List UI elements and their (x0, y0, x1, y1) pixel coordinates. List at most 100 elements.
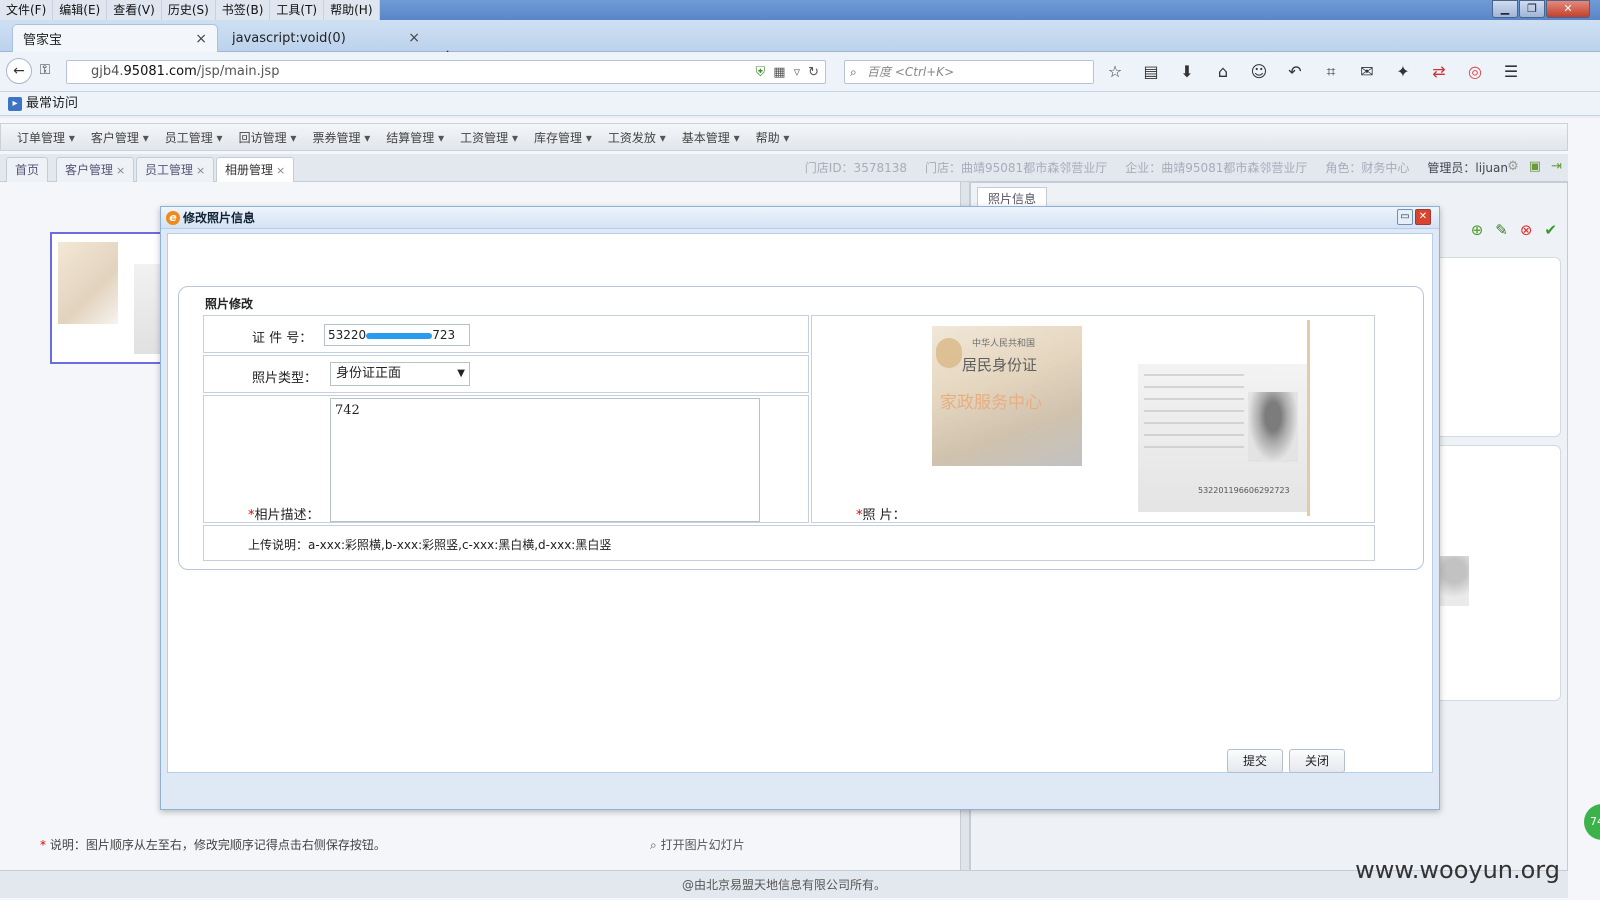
toolbar-icons: ☆ ▤ ⬇ ⌂ ☺ ↶ ⌗ ✉ ✦ ⇄ ◎ ☰ (1104, 62, 1522, 82)
app-menu-settlement[interactable]: 结算管理 (386, 129, 444, 146)
sync-icon[interactable]: ⇄ (1428, 62, 1450, 82)
national-emblem-icon (936, 338, 962, 368)
card-number-text: 532201196606292723 (1198, 486, 1290, 495)
tab-home[interactable]: 首页 (6, 157, 49, 182)
home-icon[interactable]: ⌂ (1212, 62, 1234, 82)
tab-employees[interactable]: 员工管理 × (136, 157, 215, 182)
crop-icon[interactable]: ⌗ (1320, 62, 1342, 82)
copyright-text: @由北京易盟天地信息有限公司所有。 (681, 878, 886, 892)
weibo-icon[interactable]: ◎ (1464, 62, 1486, 82)
bookmark-star-icon[interactable]: ☆ (1104, 62, 1126, 82)
tab-close-icon[interactable]: × (196, 164, 205, 177)
bookmarks-bar: ▸ 最常访问 (0, 92, 1600, 116)
app-menu-customers[interactable]: 客户管理 (91, 129, 149, 146)
exit-icon[interactable]: ⇥ (1551, 159, 1562, 174)
id-card-photo[interactable]: 中华人民共和国 居民身份证 家政服务中心 532201196606292723 (932, 320, 1316, 516)
card-watermark-text: 家政服务中心 (940, 393, 1042, 413)
tab-customers[interactable]: 客户管理 × (56, 157, 135, 182)
app-menu-help[interactable]: 帮助 (756, 129, 790, 146)
reading-list-icon[interactable]: ▤ (1140, 62, 1162, 82)
photo-type-label: 照片类型： (252, 371, 318, 386)
redaction-mask (366, 332, 433, 339)
session-info: 门店ID：3578138 门店：曲靖95081都市森邻营业厅 企业：曲靖9508… (805, 159, 1508, 176)
dialog-close-icon[interactable]: ✕ (1415, 209, 1431, 225)
back-icon[interactable]: ← (6, 58, 32, 84)
add-icon[interactable]: ⊕ (1471, 221, 1484, 239)
key-icon[interactable]: ⚿ (34, 60, 56, 82)
menu-file[interactable]: 文件(F) (0, 0, 54, 20)
extension-icon[interactable]: ✦ (1392, 62, 1414, 82)
url-bar[interactable]: gjb4.95081.com/jsp/main.jsp ⛨ ▦ ▿ ↻ (66, 60, 826, 84)
minimize-icon[interactable]: ▁ (1492, 0, 1518, 18)
app-menu-basic[interactable]: 基本管理 (682, 129, 740, 146)
menu-bookmarks[interactable]: 书签(B) (215, 0, 271, 20)
id-number-start: 53220 (328, 328, 367, 342)
tab-album[interactable]: 相册管理 × (216, 157, 295, 182)
submit-button[interactable]: 提交 (1227, 749, 1283, 773)
photo-thumbnail[interactable] (50, 232, 162, 364)
upload-note-row: 上传说明：a-xxx:彩照横,b-xxx:彩照竖,c-xxx:黑白横,d-xxx… (203, 525, 1375, 561)
upload-note: 上传说明：a-xxx:彩照横,b-xxx:彩照竖,c-xxx:黑白横,d-xxx… (248, 538, 612, 552)
description-textarea[interactable]: 742 (330, 398, 760, 522)
id-number-row: 证 件 号： 53220 723 (203, 315, 809, 353)
restore-icon[interactable]: ❐ (1519, 0, 1545, 18)
window-close-icon[interactable]: ✕ (1546, 0, 1590, 18)
thumbnail-id-back (134, 264, 160, 354)
admin-label: 管理员： (1427, 161, 1476, 175)
photo-edit-fieldset: 照片修改 证 件 号： 53220 723 照片类型： 身份证正面 ▼ *相片描述：… (178, 286, 1424, 570)
menu-tools[interactable]: 工具(T) (270, 0, 325, 20)
undo-icon[interactable]: ↶ (1284, 62, 1306, 82)
photo-row: *照 片： 中华人民共和国 居民身份证 家政服务中心 5322011966062… (811, 315, 1375, 523)
qr-code-icon[interactable]: ▦ (773, 62, 785, 84)
browser-tab-active[interactable]: 管家宝 × (12, 24, 218, 52)
navigation-bar: ← ⚿ gjb4.95081.com/jsp/main.jsp ⛨ ▦ ▿ ↻ … (0, 52, 1600, 92)
close-button[interactable]: 关闭 (1289, 749, 1345, 773)
app-menu-followups[interactable]: 回访管理 (239, 129, 297, 146)
app-menu-inventory[interactable]: 库存管理 (534, 129, 592, 146)
app-menu-tickets[interactable]: 票券管理 (312, 129, 370, 146)
photo-label: *照 片： (856, 504, 906, 523)
tab-close-icon[interactable]: × (195, 31, 207, 47)
delete-icon[interactable]: ⊗ (1520, 221, 1533, 239)
preview-face-image (1439, 556, 1469, 606)
tab-close-icon[interactable]: × (408, 30, 420, 46)
maximize-icon[interactable]: ▭ (1397, 209, 1413, 225)
tab-title: javascript:void(0) (232, 30, 346, 46)
store-id: 门店ID：3578138 (804, 161, 908, 175)
browser-tab-inactive[interactable]: javascript:void(0) × (222, 24, 430, 52)
notebook-icon[interactable]: ▣ (1529, 159, 1541, 174)
app-menu-payroll[interactable]: 工资管理 (460, 129, 518, 146)
menu-edit[interactable]: 编辑(E) (53, 0, 108, 20)
save-check-icon[interactable]: ✔ (1544, 221, 1557, 239)
tab-close-icon[interactable]: × (276, 164, 285, 177)
shield-icon[interactable]: ⛨ (756, 62, 766, 84)
tab-title: 管家宝 (23, 33, 63, 48)
company-name: 企业：曲靖95081都市森邻营业厅 (1125, 161, 1308, 175)
tab-close-icon[interactable]: × (116, 164, 125, 177)
search-icon: ⌕ (850, 65, 857, 79)
admin-info: 管理员：lijuan (1427, 159, 1508, 176)
session-icons: ⚙ ▣ ⇥ (1507, 159, 1562, 174)
dropdown-icon[interactable]: ▿ (794, 62, 801, 84)
photo-type-select[interactable]: 身份证正面 ▼ (330, 362, 470, 386)
app-menu-orders[interactable]: 订单管理 (17, 129, 75, 146)
settings-icon[interactable]: ⚙ (1507, 159, 1519, 174)
reload-icon[interactable]: ↻ (808, 62, 819, 84)
edit-icon[interactable]: ✎ (1495, 221, 1508, 239)
app-menu-payout[interactable]: 工资发放 (608, 129, 666, 146)
chat-icon[interactable]: ☺ (1248, 62, 1270, 82)
app-menu-employees[interactable]: 员工管理 (165, 129, 223, 146)
menu-help[interactable]: 帮助(H) (324, 0, 380, 20)
message-icon[interactable]: ✉ (1356, 62, 1378, 82)
search-input[interactable]: ⌕ 百度 <Ctrl+K> (844, 60, 1094, 84)
open-slideshow-link[interactable]: ⌕ 打开图片幻灯片 (650, 836, 745, 853)
footer-note-text: 说明：图片顺序从左至右，修改完顺序记得点击右侧保存按钮。 (49, 838, 386, 852)
menu-history[interactable]: 历史(S) (161, 0, 216, 20)
id-number-input[interactable]: 53220 723 (324, 324, 470, 346)
bookmark-most-visited[interactable]: 最常访问 (26, 96, 78, 111)
hamburger-menu-icon[interactable]: ☰ (1500, 62, 1522, 82)
menu-view[interactable]: 查看(V) (107, 0, 162, 20)
description-label: *相片描述： (248, 504, 320, 523)
download-icon[interactable]: ⬇ (1176, 62, 1198, 82)
thumbnail-id-front (58, 242, 118, 324)
